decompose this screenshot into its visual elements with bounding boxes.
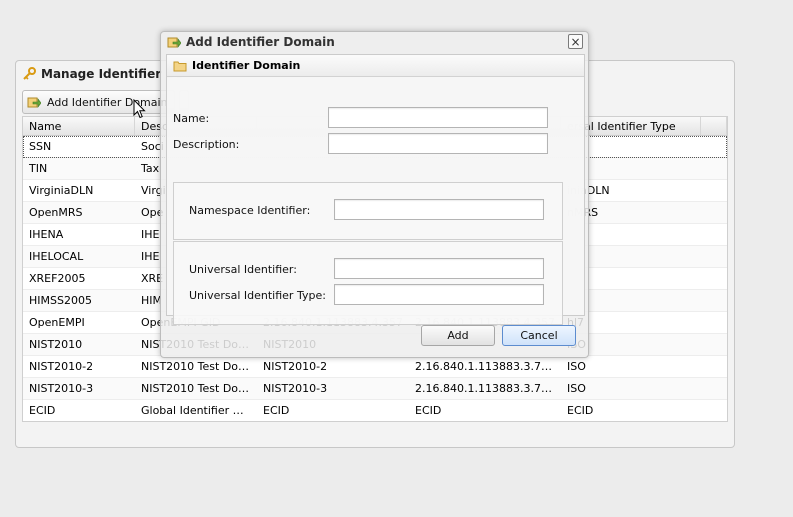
table-cell: NIST2010 xyxy=(29,338,83,351)
fieldset-header: Identifier Domain xyxy=(167,55,584,77)
table-cell: Global Identifier Do... xyxy=(141,404,257,417)
dialog-titlebar[interactable]: Add Identifier Domain xyxy=(161,32,588,52)
universal-identifier-label: Universal Identifier: xyxy=(189,263,297,276)
name-input[interactable] xyxy=(328,107,548,128)
table-cell: NIST2010 Test Dom... xyxy=(141,382,257,395)
description-input[interactable] xyxy=(328,133,548,154)
table-cell: TIN xyxy=(29,162,48,175)
table-row[interactable]: NIST2010-2 NIST2010 Test Dom... NIST2010-2… xyxy=(23,356,727,378)
identifier-domain-fieldset: Identifier Domain Name: Description: Nam… xyxy=(166,54,585,325)
namespace-section: Namespace Identifier: xyxy=(173,182,563,240)
mouse-cursor-icon xyxy=(133,99,146,119)
fieldset-title: Identifier Domain xyxy=(192,59,301,72)
key-icon xyxy=(23,67,36,80)
table-cell: ECID xyxy=(567,404,594,417)
universal-identifier-input[interactable] xyxy=(334,258,544,279)
table-row[interactable]: ECID Global Identifier Do... ECID ECID ECID xyxy=(23,400,727,421)
add-identifier-domain-button[interactable]: Add Identifier Domain xyxy=(22,90,175,114)
table-cell: IHENA xyxy=(29,228,64,241)
description-label: Description: xyxy=(173,138,240,151)
add-identifier-domain-dialog: Add Identifier Domain × Identifier Domai… xyxy=(160,31,589,358)
table-cell: ECID xyxy=(415,404,442,417)
cancel-button[interactable]: Cancel xyxy=(502,325,576,346)
table-cell: NIST2010-3 xyxy=(263,382,328,395)
name-label: Name: xyxy=(173,112,210,125)
table-cell: IHELOCAL xyxy=(29,250,84,263)
add-identifier-domain-label: Add Identifier Domain xyxy=(47,95,168,109)
table-cell: VirginiaDLN xyxy=(29,184,94,197)
table-cell: NIST2010-3 xyxy=(29,382,94,395)
table-cell: NIST2010-2 xyxy=(263,360,328,373)
universal-identifier-type-label: Universal Identifier Type: xyxy=(189,289,326,302)
table-cell: ISO xyxy=(567,382,586,395)
column-header-filler xyxy=(701,117,727,135)
close-icon: × xyxy=(570,34,581,49)
close-button[interactable]: × xyxy=(568,34,583,49)
universal-identifier-type-input[interactable] xyxy=(334,284,544,305)
add-button[interactable]: Add xyxy=(421,325,495,346)
add-arrow-icon xyxy=(167,37,181,48)
table-cell: NIST2010 Test Dom... xyxy=(141,360,257,373)
table-cell: NIST2010-2 xyxy=(29,360,94,373)
table-row[interactable]: NIST2010-3 NIST2010 Test Dom... NIST2010-3… xyxy=(23,378,727,400)
table-cell: ECID xyxy=(29,404,56,417)
add-arrow-icon xyxy=(27,97,41,108)
column-header-name[interactable]: Name xyxy=(23,117,135,135)
namespace-identifier-label: Namespace Identifier: xyxy=(189,204,311,217)
table-cell: 2.16.840.1.113883.3.72.5.9.3 xyxy=(415,382,561,395)
dialog-title: Add Identifier Domain xyxy=(186,35,335,49)
universal-section: Universal Identifier: Universal Identifi… xyxy=(173,241,563,325)
table-cell: ISO xyxy=(567,360,586,373)
table-cell: OpenMRS xyxy=(29,206,83,219)
namespace-identifier-input[interactable] xyxy=(334,199,544,220)
table-cell: XREF2005 xyxy=(29,272,86,285)
table-cell: OpenEMPI xyxy=(29,316,85,329)
table-cell: ECID xyxy=(263,404,290,417)
table-cell: HIMSS2005 xyxy=(29,294,92,307)
table-cell: SSN xyxy=(29,140,52,153)
table-cell: 2.16.840.1.113883.3.72.5.9.2 xyxy=(415,360,561,373)
folder-icon xyxy=(173,61,187,71)
